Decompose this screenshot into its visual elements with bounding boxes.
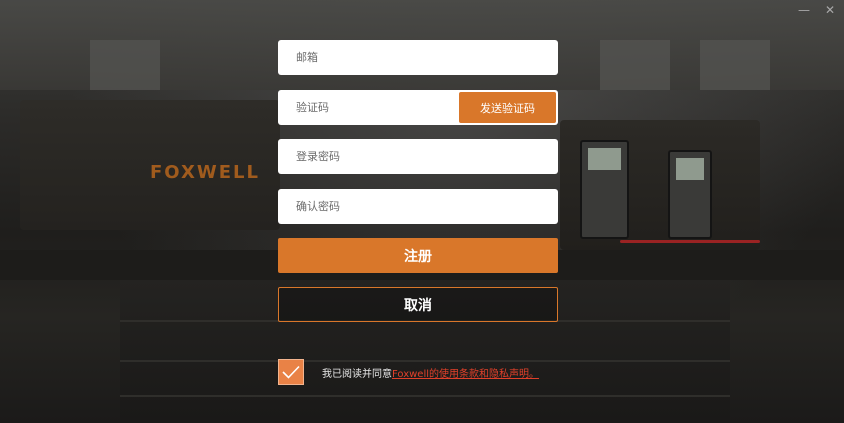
email-field [278, 40, 558, 75]
background-window [90, 40, 160, 90]
email-input[interactable] [278, 40, 558, 75]
close-icon: ✕ [824, 3, 836, 17]
confirm-password-field [278, 189, 558, 224]
cancel-label: 取消 [404, 297, 432, 314]
verification-code-input[interactable] [278, 90, 466, 125]
cancel-button[interactable]: 取消 [278, 287, 558, 322]
window-controls: — ✕ [798, 4, 836, 16]
send-code-label: 发送验证码 [480, 101, 535, 115]
agreement-row: 我已阅读并同意 Foxwell的使用条款和隐私声明。 [278, 358, 539, 386]
background-device-screen [676, 158, 704, 180]
password-input[interactable] [278, 139, 558, 174]
background-device [668, 150, 712, 239]
agreement-checkbox[interactable] [278, 359, 304, 385]
minimize-button[interactable]: — [798, 4, 810, 16]
background-tool-cart-right [560, 120, 760, 250]
send-code-button[interactable]: 发送验证码 [459, 92, 556, 123]
minimize-icon: — [798, 3, 810, 17]
password-field [278, 139, 558, 174]
background-tool-cart: FOXWELL [20, 100, 280, 230]
background-drawer-line [120, 395, 730, 397]
background-cable [620, 240, 760, 243]
register-window: FOXWELL — ✕ 发送验证码 [0, 0, 844, 423]
verification-code-field: 发送验证码 [278, 90, 558, 125]
agreement-text: 我已阅读并同意 [322, 368, 392, 380]
close-button[interactable]: ✕ [824, 4, 836, 16]
register-button[interactable]: 注册 [278, 238, 558, 273]
checkmark-icon [282, 365, 300, 379]
terms-privacy-link[interactable]: Foxwell的使用条款和隐私声明。 [392, 365, 539, 380]
background-device [580, 140, 629, 239]
confirm-password-input[interactable] [278, 189, 558, 224]
background-device-screen [588, 148, 621, 170]
background-brand-text: FOXWELL [150, 162, 260, 183]
background-window [700, 40, 770, 90]
background-window [600, 40, 670, 90]
register-label: 注册 [404, 248, 432, 265]
